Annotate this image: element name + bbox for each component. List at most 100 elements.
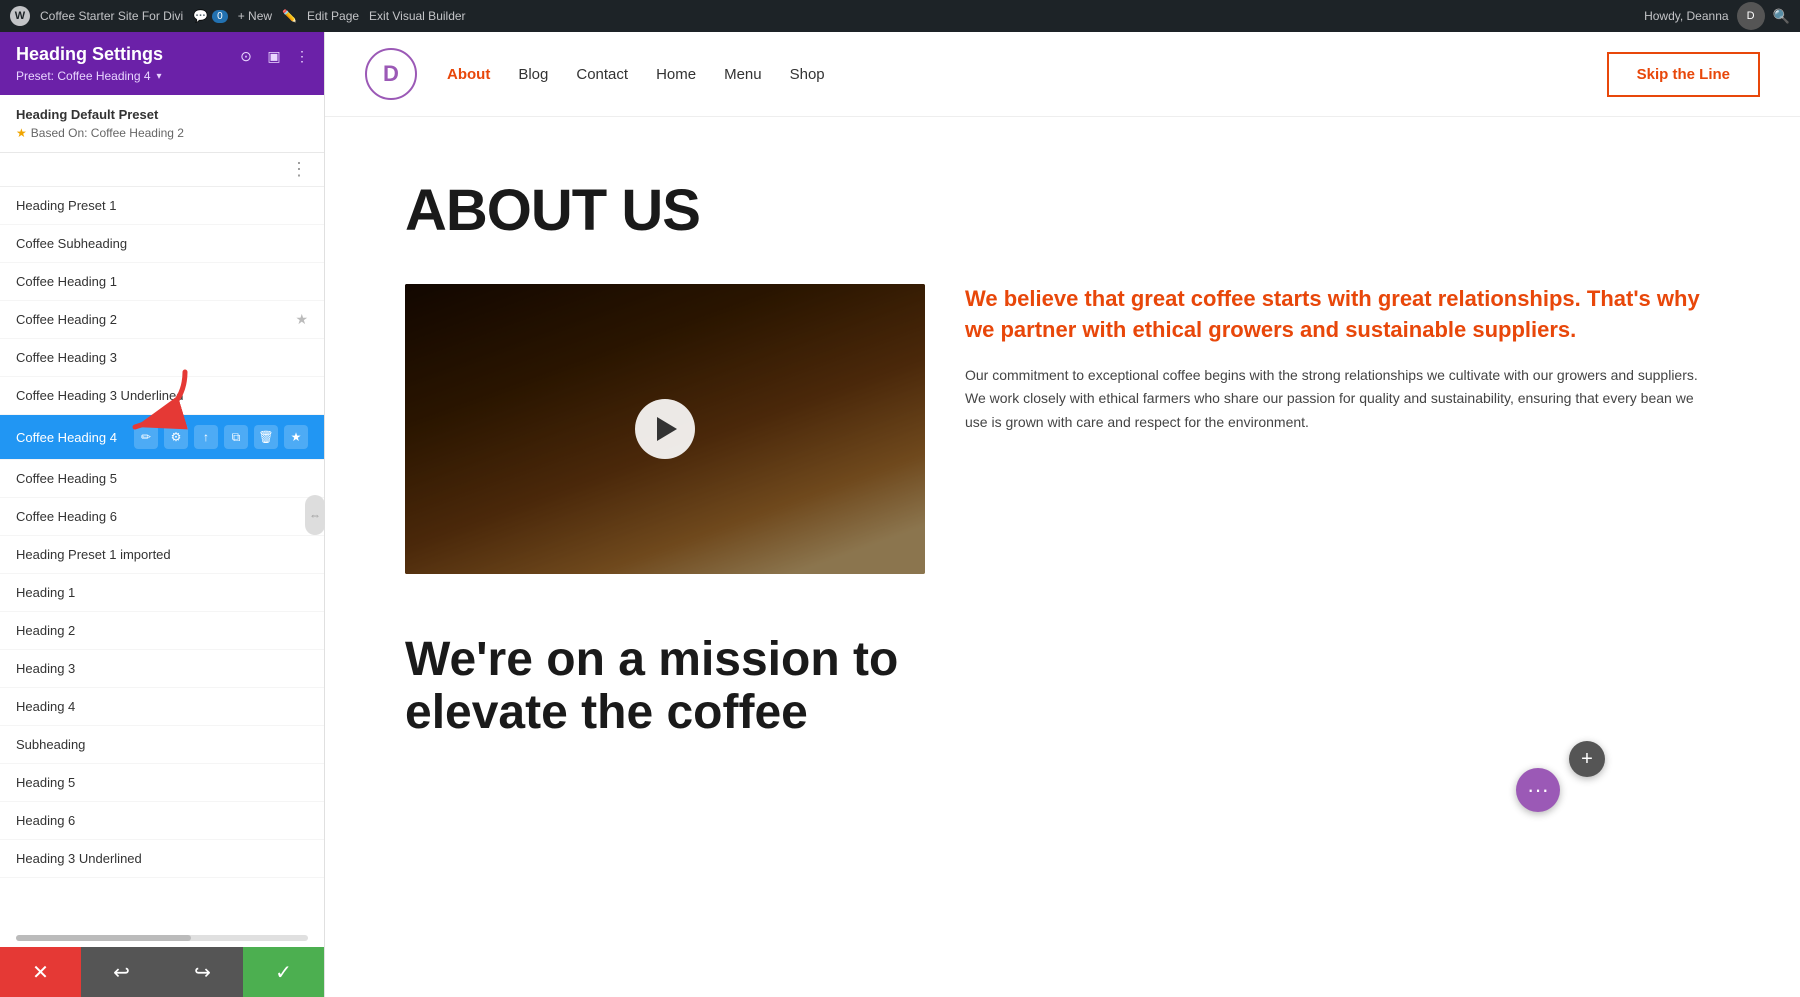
highlight-text: We believe that great coffee starts with… — [965, 284, 1720, 346]
preset-name-10: Heading Preset 1 imported — [16, 547, 295, 562]
video-thumbnail[interactable] — [405, 284, 925, 574]
scrollbar-thumb — [16, 935, 191, 941]
comment-icon: 💬 — [193, 9, 208, 23]
search-icon[interactable]: 🔍 — [1773, 8, 1790, 25]
preset-list: Heading Preset 1☆Coffee Subheading☆Coffe… — [0, 187, 324, 929]
site-nav: D About Blog Contact Home Menu Shop Skip… — [325, 32, 1800, 117]
panel-scrollbar[interactable] — [16, 935, 308, 941]
skip-line-button[interactable]: Skip the Line — [1607, 52, 1760, 97]
preset-item-16[interactable]: Heading 5☆ — [0, 764, 324, 802]
settings-icon[interactable]: ⚙ — [164, 425, 188, 449]
preset-name-13: Heading 3 — [16, 661, 295, 676]
preset-item-11[interactable]: Heading 1☆ — [0, 574, 324, 612]
preset-item-18[interactable]: Heading 3 Underlined☆ — [0, 840, 324, 878]
resize-handle[interactable]: ⇔ — [305, 495, 325, 535]
add-float-button[interactable]: + — [1569, 741, 1605, 777]
preset-name-8: Coffee Heading 5 — [16, 471, 295, 486]
two-col-section: We believe that great coffee starts with… — [405, 284, 1720, 574]
play-button[interactable] — [635, 399, 695, 459]
chevron-down-icon[interactable]: ▾ — [157, 71, 162, 82]
wp-icon[interactable]: W — [10, 6, 30, 26]
preset-name-14: Heading 4 — [16, 699, 295, 714]
preset-star-4[interactable]: ★ — [295, 311, 308, 328]
edit-page-link[interactable]: Edit Page — [307, 9, 359, 23]
comments-link[interactable]: 💬 0 — [193, 9, 228, 23]
left-panel: Heading Settings Preset: Coffee Heading … — [0, 32, 325, 997]
site-logo: D — [365, 48, 417, 100]
video-column — [405, 284, 925, 574]
save-button[interactable]: ✓ — [243, 947, 324, 997]
preset-item-14[interactable]: Heading 4☆ — [0, 688, 324, 726]
preset-item-1[interactable]: Heading Preset 1☆ — [0, 187, 324, 225]
preset-item-12[interactable]: Heading 2☆ — [0, 612, 324, 650]
based-on-text: Based On: Coffee Heading 2 — [31, 126, 184, 140]
site-nav-links: About Blog Contact Home Menu Shop — [447, 66, 1607, 83]
panel-subtitle: Preset: Coffee Heading 4 ▾ — [16, 69, 308, 83]
admin-bar: W Coffee Starter Site For Divi 💬 0 + New… — [0, 0, 1800, 32]
active-preset-actions: ✏⚙↑⧉🗑★ — [134, 425, 308, 449]
preset-name-16: Heading 5 — [16, 775, 295, 790]
undo-icon: ↩ — [113, 960, 130, 985]
nav-link-contact[interactable]: Contact — [576, 66, 628, 83]
new-link[interactable]: + New — [238, 9, 272, 23]
site-wrapper: D About Blog Contact Home Menu Shop Skip… — [325, 32, 1800, 997]
preset-item-2[interactable]: Coffee Subheading☆ — [0, 225, 324, 263]
preset-item-5[interactable]: Coffee Heading 3☆ — [0, 339, 324, 377]
logo-letter: D — [383, 61, 399, 87]
comment-count: 0 — [212, 10, 228, 23]
duplicate-icon[interactable]: ⧉ — [224, 425, 248, 449]
about-us-heading: ABOUT US — [405, 177, 1720, 244]
new-link-text: + New — [238, 9, 272, 23]
text-column: We believe that great coffee starts with… — [965, 284, 1720, 435]
preset-item-13[interactable]: Heading 3☆ — [0, 650, 324, 688]
undo-button[interactable]: ↩ — [81, 947, 162, 997]
star-active-icon[interactable]: ★ — [284, 425, 308, 449]
site-content: ABOUT US We believe — [325, 117, 1800, 614]
cancel-button[interactable]: ✕ — [0, 947, 81, 997]
bottom-heading-line2: elevate the coffee — [405, 686, 808, 739]
upload-icon[interactable]: ↑ — [194, 425, 218, 449]
panel-subtitle-text: Preset: Coffee Heading 4 — [16, 69, 151, 83]
preset-item-17[interactable]: Heading 6☆ — [0, 802, 324, 840]
panel-header-icons: ⊙ ▣ ⋮ — [236, 46, 312, 66]
preset-name-11: Heading 1 — [16, 585, 295, 600]
edit-icon[interactable]: ✏ — [134, 425, 158, 449]
howdy-text: Howdy, Deanna — [1644, 9, 1729, 23]
preset-item-15[interactable]: Subheading☆ — [0, 726, 324, 764]
preset-item-6[interactable]: Coffee Heading 3 Underlined☆ — [0, 377, 324, 415]
settings-icon[interactable]: ⊙ — [236, 46, 256, 66]
preset-name-3: Coffee Heading 1 — [16, 274, 295, 289]
avatar: D — [1737, 2, 1765, 30]
site-name-link[interactable]: Coffee Starter Site For Divi — [40, 9, 183, 23]
preset-item-3[interactable]: Coffee Heading 1☆ — [0, 263, 324, 301]
nav-link-home[interactable]: Home — [656, 66, 696, 83]
preset-item-10[interactable]: Heading Preset 1 imported☆ — [0, 536, 324, 574]
right-panel: D About Blog Contact Home Menu Shop Skip… — [325, 32, 1800, 997]
preset-item-7[interactable]: Coffee Heading 4✏⚙↑⧉🗑★ — [0, 415, 324, 460]
preset-name-9: Coffee Heading 6 — [16, 509, 295, 524]
default-preset-title: Heading Default Preset — [16, 107, 308, 122]
exit-builder-link[interactable]: Exit Visual Builder — [369, 9, 466, 23]
preset-item-4[interactable]: Coffee Heading 2★ — [0, 301, 324, 339]
preset-name-2: Coffee Subheading — [16, 236, 295, 251]
exit-builder-text: Exit Visual Builder — [369, 9, 466, 23]
save-icon: ✓ — [275, 960, 292, 985]
list-options-icon[interactable]: ⋮ — [290, 159, 308, 180]
nav-link-menu[interactable]: Menu — [724, 66, 762, 83]
more-icon[interactable]: ⋮ — [292, 46, 312, 66]
dots-float-button[interactable]: ··· — [1516, 768, 1560, 812]
delete-icon[interactable]: 🗑 — [254, 425, 278, 449]
preset-item-9[interactable]: Coffee Heading 6☆ — [0, 498, 324, 536]
default-preset-box: Heading Default Preset ★ Based On: Coffe… — [0, 95, 324, 153]
star-icon: ★ — [16, 126, 27, 140]
nav-link-about[interactable]: About — [447, 66, 490, 83]
bottom-section: We're on a mission to elevate the coffee — [325, 614, 1800, 760]
nav-link-blog[interactable]: Blog — [518, 66, 548, 83]
redo-button[interactable]: ↪ — [162, 947, 243, 997]
preset-name-15: Subheading — [16, 737, 295, 752]
preset-item-8[interactable]: Coffee Heading 5☆ — [0, 460, 324, 498]
layout-icon[interactable]: ▣ — [264, 46, 284, 66]
nav-link-shop[interactable]: Shop — [790, 66, 825, 83]
preset-name-17: Heading 6 — [16, 813, 295, 828]
cancel-icon: ✕ — [32, 960, 49, 985]
